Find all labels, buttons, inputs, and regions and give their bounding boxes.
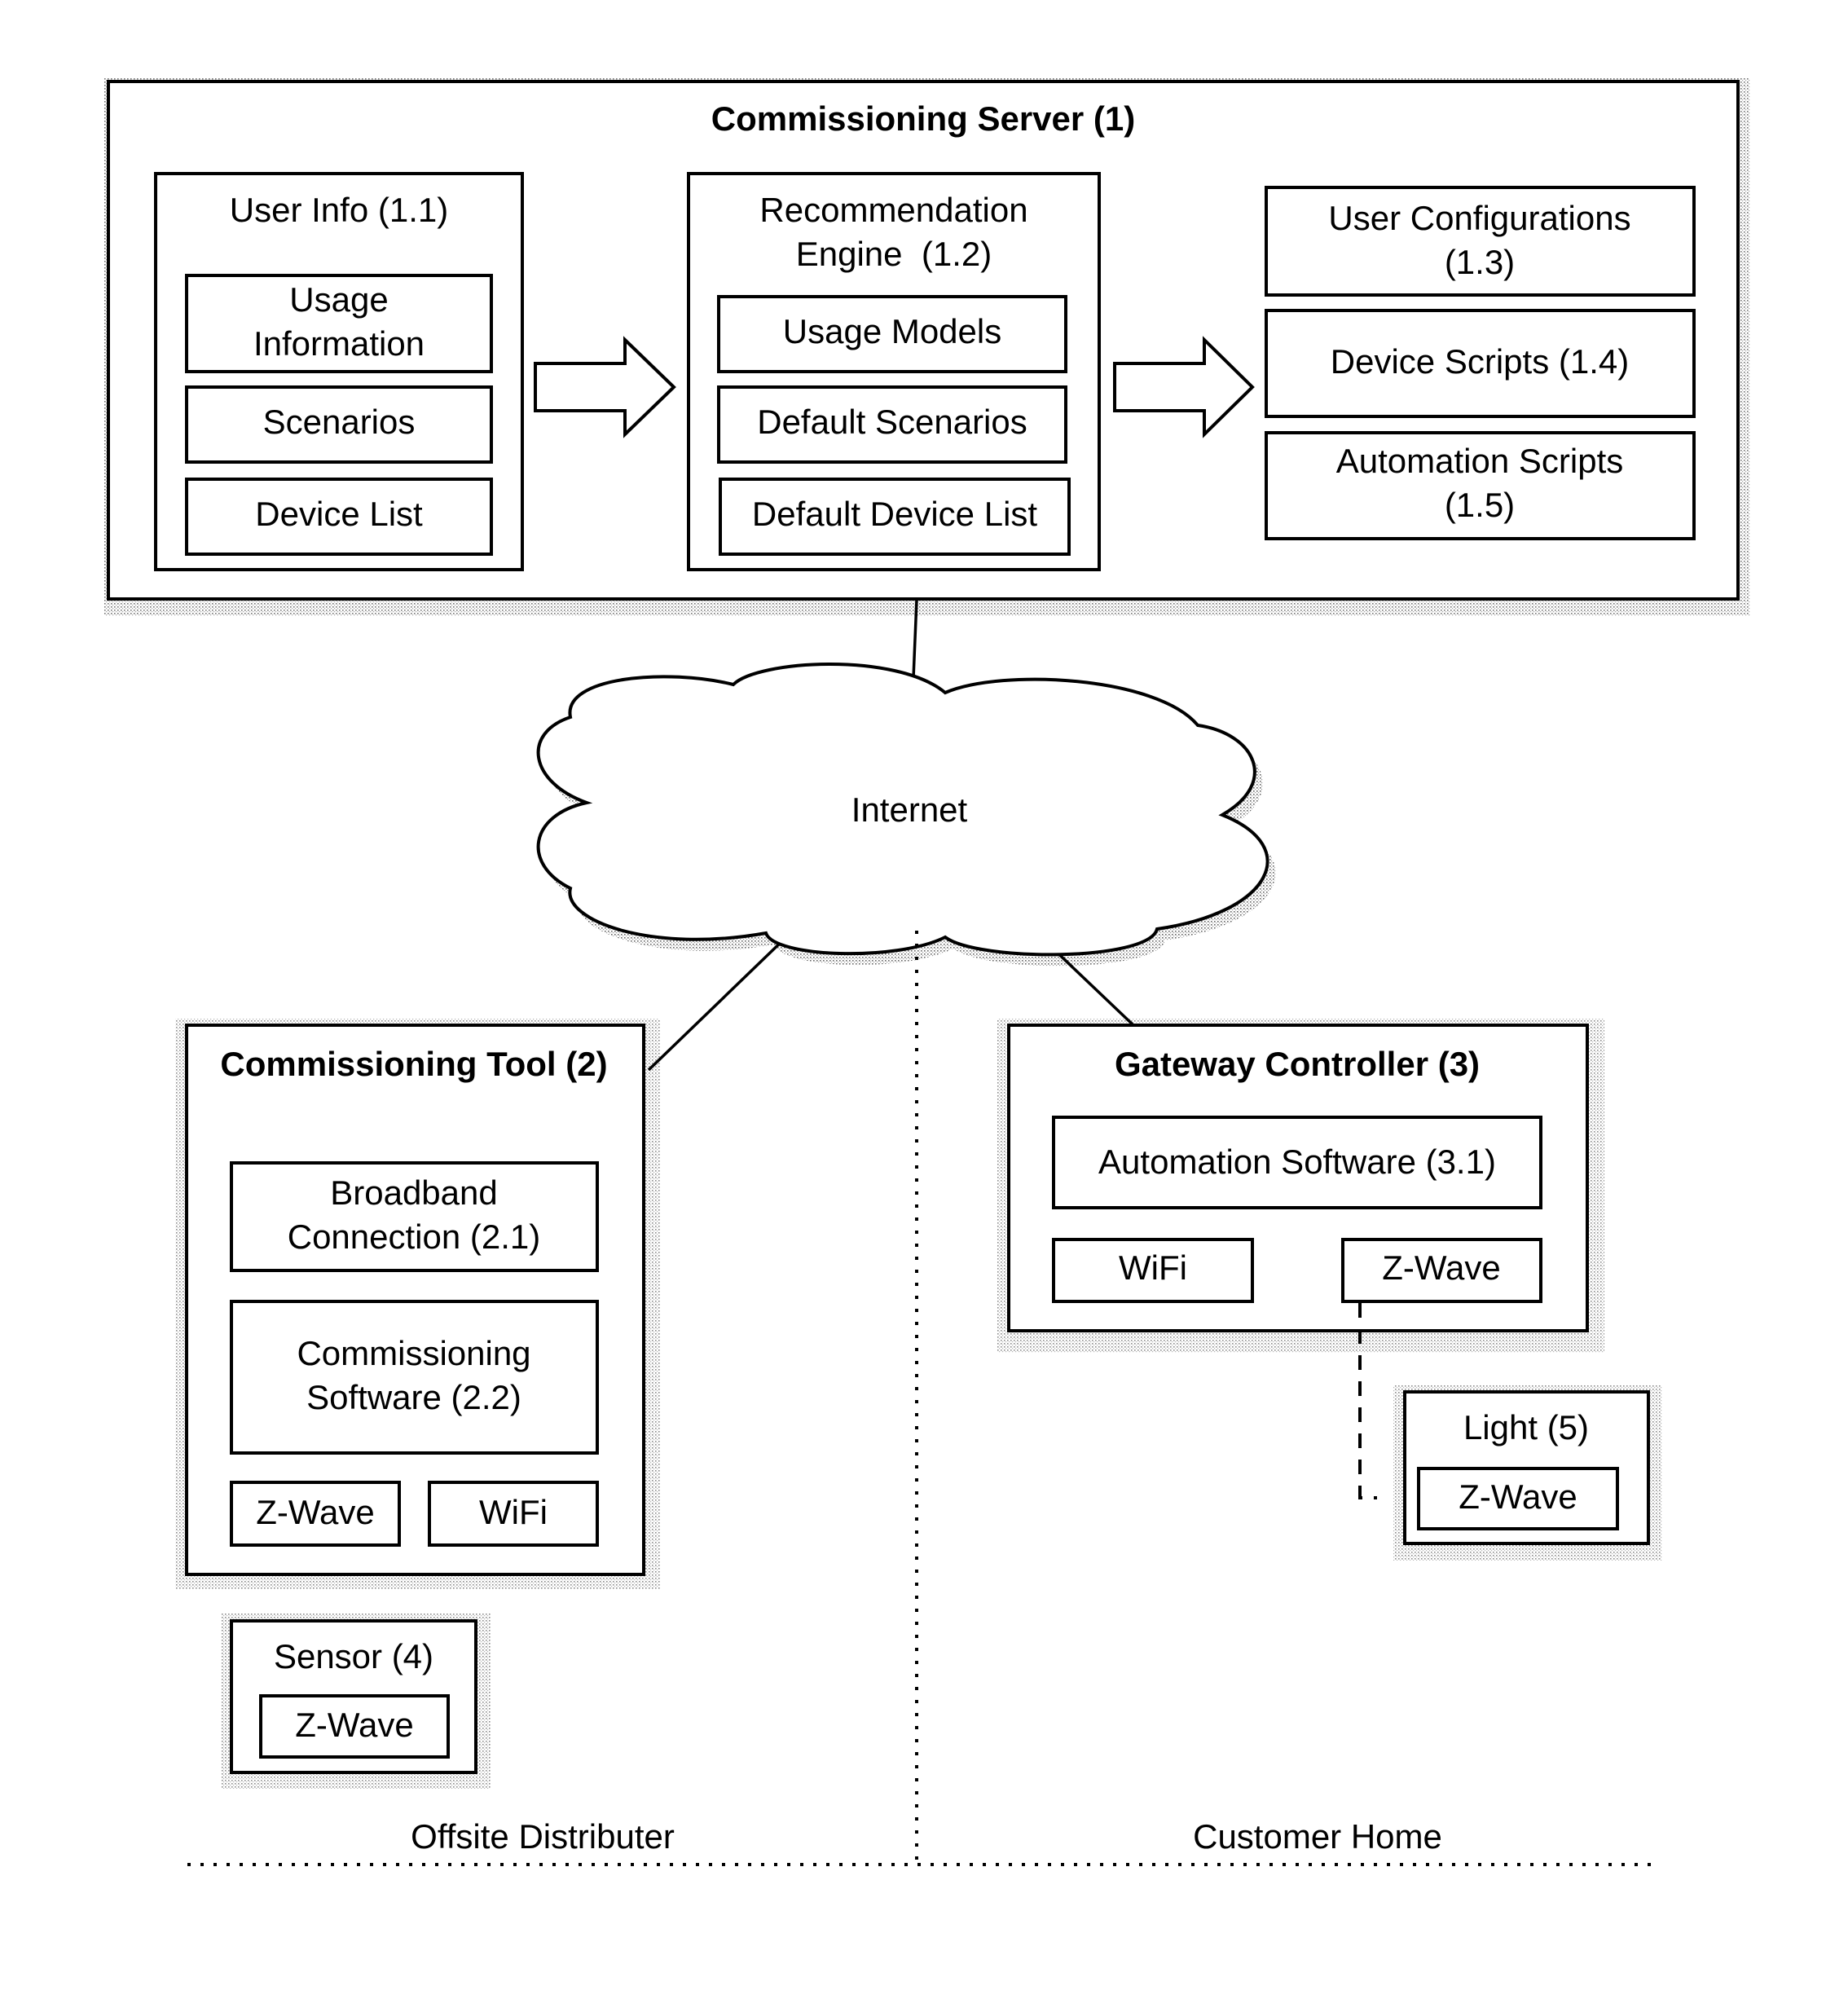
sensor-title: Sensor (4) (274, 1637, 433, 1675)
commissioning-software-line2: Software (2.2) (306, 1378, 521, 1416)
sensor-zwave[interactable]: Z-Wave (259, 1694, 450, 1759)
broadband-line2: Connection (2.1) (288, 1217, 541, 1256)
sensor[interactable]: Sensor (4) Z-Wave (230, 1619, 477, 1774)
user-configurations-line2: (1.3) (1445, 243, 1515, 281)
commissioning-software-line1: Commissioning (297, 1334, 530, 1372)
automation-scripts-line2: (1.5) (1445, 486, 1515, 524)
zwave-label: Z-Wave (1459, 1477, 1577, 1516)
zone-label-offsite: Offsite Distributer (411, 1817, 675, 1856)
recommendation-engine-title-line1: Recommendation (759, 191, 1027, 229)
commissioning-server[interactable]: Commissioning Server (1) User Info (1.1)… (107, 80, 1740, 601)
zwave-label: Z-Wave (1382, 1248, 1500, 1287)
user-info[interactable]: User Info (1.1) Usage Information Scenar… (154, 172, 524, 571)
commissioning-software-box (230, 1300, 599, 1455)
scenarios-item[interactable]: Scenarios (185, 385, 493, 464)
user-info-title: User Info (1.1) (230, 191, 448, 229)
usage-information-item[interactable]: Usage Information (185, 274, 493, 373)
device-scripts[interactable]: Device Scripts (1.4) (1265, 309, 1696, 418)
recommendation-engine-title-line2: Engine (1.2) (796, 235, 992, 273)
broadband-connection[interactable]: Broadband Connection (2.1) (230, 1161, 599, 1272)
automation-scripts-line1: Automation Scripts (1336, 442, 1624, 480)
device-list-label: Device List (255, 495, 423, 533)
commissioning-tool[interactable]: Commissioning Tool (2) Broadband Connect… (185, 1024, 645, 1576)
wifi-label: WiFi (479, 1493, 548, 1531)
commissioning-tool-zwave[interactable]: Z-Wave (230, 1481, 401, 1547)
zwave-label: Z-Wave (295, 1706, 413, 1744)
commissioning-tool-title: Commissioning Tool (2) (220, 1045, 607, 1083)
usage-information-line1: Usage (289, 280, 388, 319)
usage-information-line2: Information (253, 324, 425, 363)
usage-models-item[interactable]: Usage Models (717, 295, 1067, 373)
commissioning-tool-wifi[interactable]: WiFi (428, 1481, 599, 1547)
light-zwave[interactable]: Z-Wave (1417, 1467, 1619, 1530)
light[interactable]: Light (5) Z-Wave (1403, 1390, 1650, 1545)
default-device-list-label: Default Device List (752, 495, 1037, 533)
broadband-line1: Broadband (330, 1173, 498, 1212)
automation-software[interactable]: Automation Software (3.1) (1052, 1116, 1542, 1209)
device-scripts-label: Device Scripts (1.4) (1331, 342, 1629, 381)
gateway-wifi[interactable]: WiFi (1052, 1238, 1254, 1303)
wifi-label: WiFi (1119, 1248, 1187, 1287)
scenarios-label: Scenarios (263, 403, 416, 441)
usage-models-label: Usage Models (783, 312, 1001, 350)
device-list-item[interactable]: Device List (185, 478, 493, 556)
automation-software-label: Automation Software (3.1) (1098, 1143, 1496, 1181)
user-configurations-line1: User Configurations (1328, 199, 1630, 237)
internet-cloud[interactable]: Internet (536, 663, 1269, 957)
automation-scripts[interactable]: Automation Scripts (1.5) (1265, 431, 1696, 540)
commissioning-server-title: Commissioning Server (1) (711, 99, 1135, 138)
gateway-controller-title: Gateway Controller (3) (1115, 1045, 1480, 1083)
user-configurations[interactable]: User Configurations (1.3) (1265, 186, 1696, 297)
system-diagram: Commissioning Server (1) User Info (1.1)… (104, 78, 1750, 1866)
commissioning-software[interactable]: Commissioning Software (2.2) (230, 1300, 599, 1455)
gateway-controller[interactable]: Gateway Controller (3) Automation Softwa… (1007, 1024, 1589, 1332)
internet-label: Internet (851, 790, 968, 829)
zone-label-customer-home: Customer Home (1193, 1817, 1442, 1856)
zwave-label: Z-Wave (256, 1493, 374, 1531)
default-scenarios-item[interactable]: Default Scenarios (717, 385, 1067, 464)
light-title: Light (5) (1463, 1408, 1589, 1446)
default-device-list-item[interactable]: Default Device List (719, 478, 1071, 556)
gateway-zwave[interactable]: Z-Wave (1341, 1238, 1542, 1303)
recommendation-engine[interactable]: Recommendation Engine (1.2) Usage Models… (687, 172, 1101, 571)
default-scenarios-label: Default Scenarios (757, 403, 1027, 441)
